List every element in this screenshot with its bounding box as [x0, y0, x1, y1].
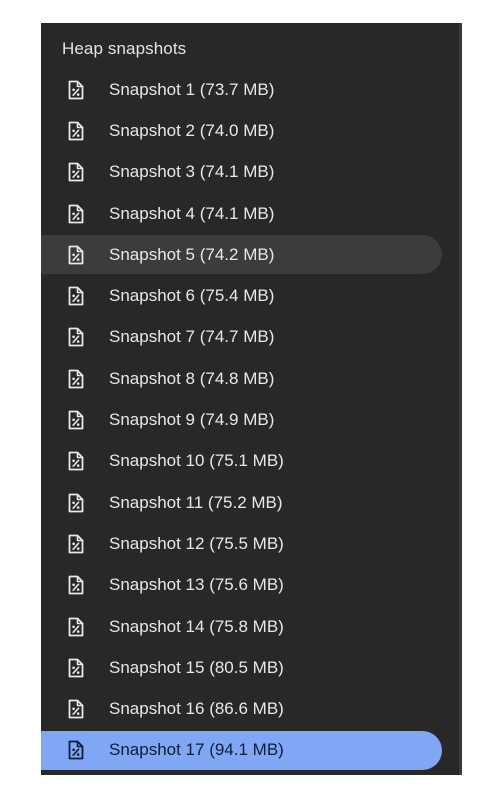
- snapshot-item-6[interactable]: Snapshot 6 (75.4 MB): [41, 275, 459, 316]
- snapshot-label: Snapshot 7 (74.7 MB): [109, 327, 275, 347]
- snapshot-item-5[interactable]: Snapshot 5 (74.2 MB): [41, 234, 459, 275]
- snapshot-label: Snapshot 11 (75.2 MB): [109, 492, 283, 512]
- snapshot-file-icon: [65, 698, 87, 720]
- snapshot-file-icon: [65, 616, 87, 638]
- snapshot-item-13[interactable]: Snapshot 13 (75.6 MB): [41, 565, 459, 606]
- snapshot-item-9[interactable]: Snapshot 9 (74.9 MB): [41, 399, 459, 440]
- snapshot-item-15[interactable]: Snapshot 15 (80.5 MB): [41, 647, 459, 688]
- snapshot-label: Snapshot 14 (75.8 MB): [109, 616, 284, 636]
- snapshot-item-1[interactable]: Snapshot 1 (73.7 MB): [41, 69, 459, 110]
- snapshot-item-2[interactable]: Snapshot 2 (74.0 MB): [41, 110, 459, 151]
- snapshot-label: Snapshot 4 (74.1 MB): [109, 203, 275, 223]
- snapshot-list: Snapshot 1 (73.7 MB) Snapshot 2 (74.0 MB…: [41, 69, 459, 771]
- snapshot-label: Snapshot 9 (74.9 MB): [109, 410, 275, 430]
- snapshot-label: Snapshot 12 (75.5 MB): [109, 533, 284, 553]
- snapshot-label: Snapshot 3 (74.1 MB): [109, 162, 275, 182]
- snapshot-item-12[interactable]: Snapshot 12 (75.5 MB): [41, 523, 459, 564]
- snapshot-item-10[interactable]: Snapshot 10 (75.1 MB): [41, 441, 459, 482]
- snapshot-label: Snapshot 15 (80.5 MB): [109, 657, 284, 677]
- snapshot-file-icon: [65, 657, 87, 679]
- snapshot-file-icon: [65, 203, 87, 225]
- snapshot-item-7[interactable]: Snapshot 7 (74.7 MB): [41, 317, 459, 358]
- snapshot-label: Snapshot 8 (74.8 MB): [109, 368, 275, 388]
- snapshot-label: Snapshot 17 (94.1 MB): [109, 740, 284, 760]
- snapshot-file-icon: [65, 533, 87, 555]
- snapshot-label: Snapshot 13 (75.6 MB): [109, 575, 284, 595]
- panel-header: Heap snapshots: [62, 39, 187, 58]
- snapshot-label: Snapshot 16 (86.6 MB): [109, 699, 284, 719]
- snapshot-file-icon: [65, 492, 87, 514]
- snapshot-item-16[interactable]: Snapshot 16 (86.6 MB): [41, 688, 459, 729]
- snapshot-file-icon: [65, 450, 87, 472]
- snapshot-file-icon: [65, 79, 87, 101]
- snapshot-item-17[interactable]: Snapshot 17 (94.1 MB): [41, 730, 459, 771]
- snapshot-file-icon: [65, 574, 87, 596]
- snapshot-file-icon: [65, 739, 87, 761]
- snapshot-file-icon: [65, 285, 87, 307]
- snapshot-item-14[interactable]: Snapshot 14 (75.8 MB): [41, 606, 459, 647]
- snapshot-item-8[interactable]: Snapshot 8 (74.8 MB): [41, 358, 459, 399]
- snapshot-item-4[interactable]: Snapshot 4 (74.1 MB): [41, 193, 459, 234]
- snapshot-label: Snapshot 10 (75.1 MB): [109, 451, 284, 471]
- snapshot-file-icon: [65, 409, 87, 431]
- snapshot-label: Snapshot 5 (74.2 MB): [109, 244, 275, 264]
- snapshot-file-icon: [65, 368, 87, 390]
- snapshot-label: Snapshot 1 (73.7 MB): [109, 79, 275, 99]
- snapshot-label: Snapshot 2 (74.0 MB): [109, 120, 275, 140]
- snapshot-item-3[interactable]: Snapshot 3 (74.1 MB): [41, 152, 459, 193]
- snapshot-file-icon: [65, 326, 87, 348]
- snapshot-label: Snapshot 6 (75.4 MB): [109, 286, 275, 306]
- snapshot-file-icon: [65, 244, 87, 266]
- snapshot-file-icon: [65, 161, 87, 183]
- snapshot-file-icon: [65, 120, 87, 142]
- panel-divider[interactable]: [459, 23, 462, 775]
- heap-snapshots-panel: Heap snapshots Snapshot 1 (73.7 MB) Snap…: [41, 23, 459, 775]
- snapshot-item-11[interactable]: Snapshot 11 (75.2 MB): [41, 482, 459, 523]
